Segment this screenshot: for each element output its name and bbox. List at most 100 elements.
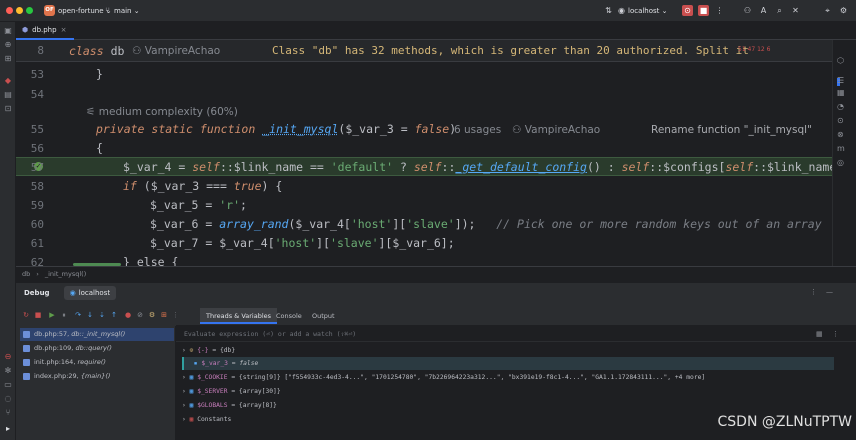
step-into-icon[interactable]: ↓ [86,311,94,319]
debug-icon[interactable]: ✻ [3,366,13,376]
stack-frame[interactable]: init.php:164, require() [20,356,174,369]
search-icon[interactable]: ⌕ [774,5,785,16]
stop-icon[interactable]: ■ [34,311,42,319]
view-breakpoints-icon[interactable]: ● [124,311,132,319]
step-over-icon[interactable]: ↷ [74,311,82,319]
breadcrumb-method[interactable]: _init_mysql() [45,270,86,278]
gradle-icon[interactable]: ⊗ [837,130,844,139]
bookmarks-icon[interactable]: ◆ [3,76,13,86]
close-tab-icon[interactable]: × [61,26,67,34]
add-watch-icon[interactable]: ▦ [816,330,823,338]
line-number: 53 [30,68,44,81]
user-icon[interactable]: ⚇ [742,5,753,16]
rerun-icon[interactable]: ↻ [22,311,30,319]
minimize-window-button[interactable] [16,7,23,14]
resume-icon[interactable]: ▶ [48,311,56,319]
author-hint[interactable]: ⚇ VampireAchao [132,45,220,57]
debug-session-tab[interactable]: ◉ localhost [63,285,117,300]
array-icon: ▦ [189,402,194,409]
git-icon[interactable]: ⑂ [3,408,13,418]
breadcrumb-class[interactable]: db [22,270,30,278]
endpoints-icon[interactable]: ⊙ [837,116,844,125]
notifications-side-icon[interactable]: ☰ [837,76,844,85]
line-number: 54 [30,88,44,101]
project-icon[interactable]: ▣ [3,26,13,36]
php-file-icon [23,359,30,366]
variable-row[interactable]: › ▦ Constants [182,413,231,426]
tab-db-php[interactable]: ⬢ db.php × [16,22,75,40]
run-icon[interactable]: ▸ [3,424,13,434]
stop-icon[interactable]: ■ [698,5,709,16]
title-bar: OF open-fortune ⌄ ⑂ main ⌄ ⇅ ◉ localhost… [0,0,856,22]
database-icon[interactable]: ▤ [3,90,13,100]
more-icon[interactable]: ⋮ [714,5,725,16]
more-icon[interactable]: ⋮ [832,330,839,338]
inspection-warning[interactable]: Class "db" has 32 methods, which is grea… [272,44,772,57]
variable-row[interactable]: › ▦ $GLOBALS = {array[8]} [182,399,277,412]
tab-threads-variables[interactable]: Threads & Variables [200,308,278,324]
line-number: 58 [30,180,44,193]
pause-icon[interactable]: ⏸ [60,311,68,319]
code-line-57: $_var_4 = self::$link_name == 'default' … [123,160,832,174]
debug-title: Debug [24,288,50,297]
breadcrumb-separator: › [36,269,39,278]
code-line-60: $_var_6 = array_rand($_var_4['host']['sl… [150,217,822,231]
structure-icon[interactable]: ⊞ [3,54,13,64]
variable-row[interactable]: › ▦ $_SERVER = {array[30]} [182,385,281,398]
frames-list: db.php:57, db::_init_mysql() db.php:109,… [16,326,176,440]
stack-frame[interactable]: index.php:29, {main}() [20,370,174,383]
plugins-icon[interactable]: ⊡ [3,104,13,114]
stop-debug-icon[interactable]: ⊙ [682,5,693,16]
object-icon: ⊙ [189,347,194,354]
ai-assistant-icon[interactable]: ⬡ [837,56,844,65]
variable-row[interactable]: ▪ $_var_3 = false [182,357,834,370]
close-window-button[interactable] [6,7,13,14]
commit-icon[interactable]: ⊕ [3,40,13,50]
variable-row[interactable]: › ⊙ {-} = {db} [182,344,235,357]
maximize-window-button[interactable] [26,7,33,14]
evaluate-icon[interactable]: ⊞ [160,311,168,319]
line-number: 55 [30,123,44,136]
services-icon[interactable]: ◌ [3,394,13,404]
tools-icon[interactable]: ✕ [790,5,801,16]
stack-frame[interactable]: db.php:109, db::query() [20,342,174,355]
step-out-icon[interactable]: ↑ [110,311,118,319]
database-side-icon[interactable]: ▦ [837,88,845,97]
translate-icon[interactable]: A [758,5,769,16]
minimize-panel-icon[interactable]: — [826,288,833,296]
copilot-icon[interactable]: ◔ [837,102,844,111]
run-config-selector[interactable]: localhost ⌄ [628,7,668,15]
terminal-icon[interactable]: ▭ [3,380,13,390]
project-badge[interactable]: OF [44,5,55,16]
coverage-icon[interactable]: ◎ [837,158,844,167]
maven-icon[interactable]: m [837,144,845,153]
author-hint[interactable]: ⚇ VampireAchao [512,124,600,136]
settings-icon[interactable]: ⚙ [838,5,849,16]
php-file-icon [23,345,30,352]
debug-tabs: Threads & Variables Console Output [176,302,856,326]
line-number: 56 [30,142,44,155]
php-file-icon: ⬢ [22,26,29,34]
editor-scrollbar[interactable]: ⬡ ☰ ▦ ◔ ⊙ ⊗ m ◎ [832,40,856,266]
line-number: 60 [30,218,44,231]
more-options-icon[interactable]: ⋮ [810,288,817,296]
branch-selector[interactable]: main ⌄ [114,7,140,15]
evaluate-expression-input[interactable]: Evaluate expression (⏎) or add a watch (… [176,326,856,342]
vcs-icon[interactable]: ⇅ [603,5,614,16]
stack-frame[interactable]: db.php:57, db::_init_mysql() [20,328,174,341]
complexity-hint[interactable]: ⚟ medium complexity (60%) [86,106,238,118]
code-line-55: private static function _init_mysql($_va… [96,122,457,136]
inspection-counters[interactable]: 51 47 12 6 [738,46,770,53]
tab-output[interactable]: Output [306,308,341,324]
code-editor[interactable]: 8 class db ⚇ VampireAchao Class "db" has… [16,40,832,266]
tab-console[interactable]: Console [270,308,308,324]
rename-hint[interactable]: Rename function "_init_mysql" [651,124,812,136]
problems-icon[interactable]: ⊖ [3,352,13,362]
notifications-icon[interactable]: ⌖ [822,5,833,16]
variable-row[interactable]: › ▦ $_COOKIE = {string[9]} ["f554933c-4e… [182,371,705,384]
settings-icon[interactable]: ⚙ [148,311,156,319]
force-step-into-icon[interactable]: ⇣ [98,311,106,319]
line-number: 61 [30,237,44,250]
usages-hint[interactable]: 6 usages [454,124,501,136]
mute-breakpoints-icon[interactable]: ⊘ [136,311,144,319]
